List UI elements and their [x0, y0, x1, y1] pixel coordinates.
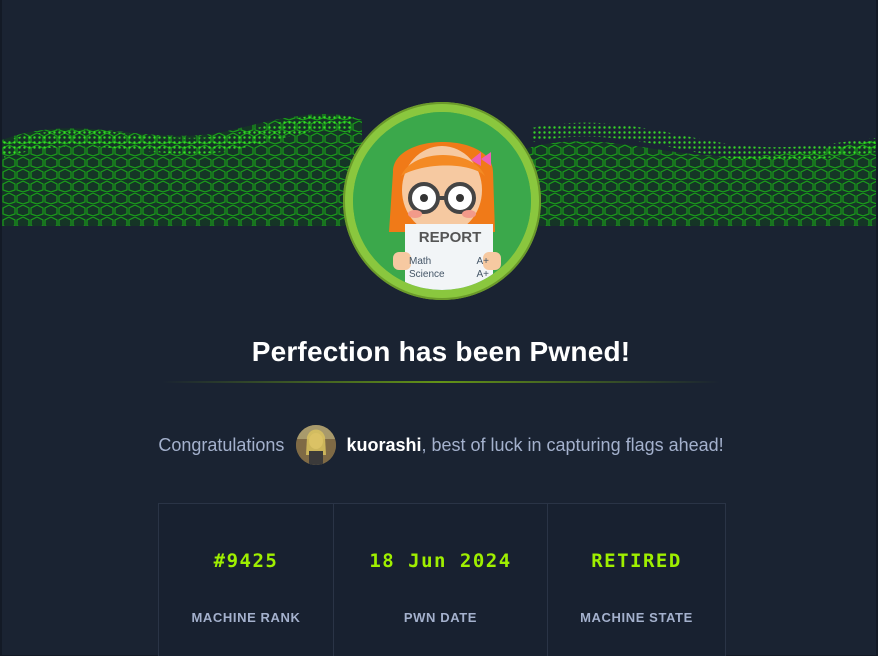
stat-machine-state: RETIRED MACHINE STATE: [548, 504, 725, 656]
machine-avatar: REPORT Math A+ Science A+: [343, 102, 541, 300]
stat-machine-rank: #9425 MACHINE RANK: [159, 504, 334, 656]
report-grade: A+: [476, 269, 489, 280]
report-subject: Science: [409, 269, 445, 280]
stat-label: MACHINE RANK: [191, 610, 301, 625]
congrats-suffix: , best of luck in capturing flags ahead!: [421, 434, 724, 455]
report-row-math: Math A+: [409, 256, 489, 267]
title-divider: [162, 381, 720, 383]
congrats-prefix: Congratulations: [158, 434, 285, 455]
machine-avatar-image: REPORT Math A+ Science A+: [353, 112, 531, 290]
stat-label: MACHINE STATE: [580, 610, 693, 625]
stat-value: RETIRED: [591, 550, 682, 572]
stat-pwn-date: 18 Jun 2024 PWN DATE: [334, 504, 548, 656]
stat-value: 18 Jun 2024: [369, 550, 512, 572]
stats-table: #9425 MACHINE RANK 18 Jun 2024 PWN DATE …: [158, 503, 726, 656]
congrats-message: Congratulations kuorashi , best of luck …: [2, 423, 878, 467]
user-avatar-image: [296, 425, 337, 465]
username-link[interactable]: kuorashi: [346, 435, 421, 456]
report-grade: A+: [476, 256, 489, 267]
stat-label: PWN DATE: [403, 610, 478, 625]
page-title: Perfection has been Pwned!: [251, 336, 631, 367]
pwned-card: REPORT Math A+ Science A+ Perfection has…: [2, 0, 878, 656]
report-subject: Math: [409, 256, 432, 267]
report-row-science: Science A+: [409, 269, 489, 280]
user-avatar[interactable]: [296, 425, 337, 465]
stat-value: #9425: [213, 550, 279, 572]
report-label: REPORT: [418, 229, 482, 246]
